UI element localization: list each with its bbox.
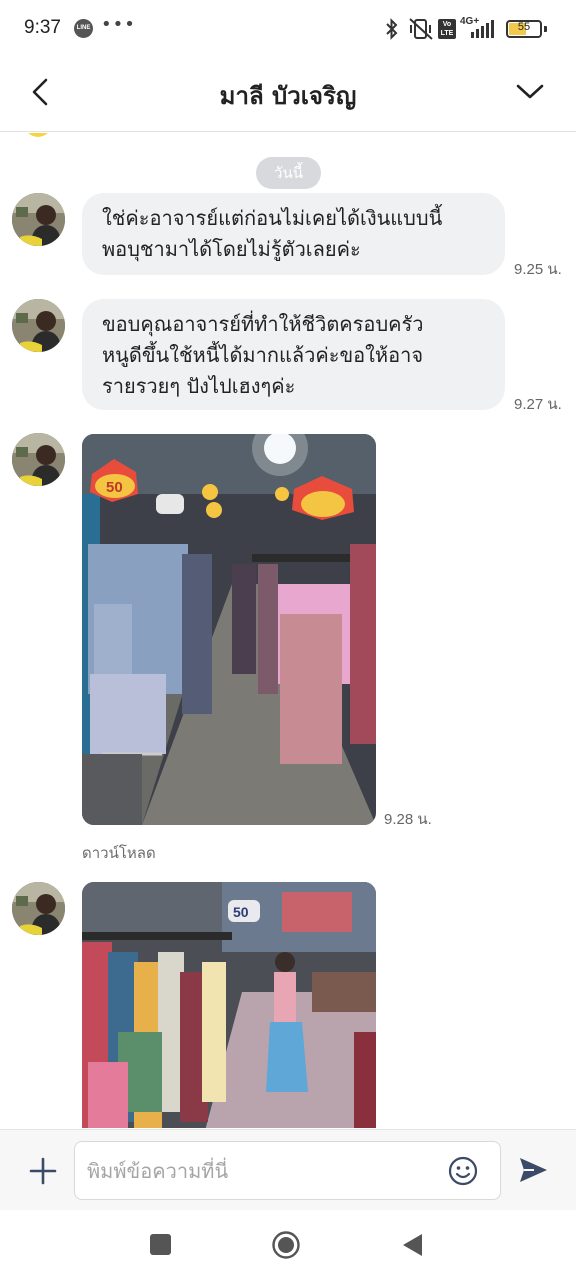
date-divider: วันนี้	[256, 157, 321, 189]
system-nav-bar	[0, 1210, 576, 1280]
send-icon	[520, 1158, 547, 1182]
chat-header: มาลี บัวเจริญ	[0, 58, 576, 132]
message-time: 9.27 น.	[514, 396, 562, 413]
price-sign-text: 50	[106, 479, 123, 496]
message-text-line: พอบุชามาได้โดยไม่รู้ตัวเลยค่ะ	[102, 237, 361, 261]
emoji-button[interactable]	[447, 1155, 479, 1187]
chat-title[interactable]: มาลี บัวเจริญ	[100, 76, 476, 115]
message-text-line: รายรวยๆ ปังไปเฮงๆค่ะ	[102, 374, 296, 398]
avatar-image	[12, 433, 65, 486]
market-clothes-photo: 50	[82, 434, 376, 825]
avatar-image	[12, 299, 65, 352]
battery-icon: 55	[506, 20, 542, 38]
avatar-image	[12, 193, 65, 246]
smiley-icon	[448, 1156, 478, 1186]
market-clothes-photo: 50	[82, 882, 376, 1128]
line-app-icon: LINE	[74, 19, 93, 38]
recent-apps-icon[interactable]	[150, 1234, 171, 1255]
chevron-down-icon	[516, 84, 544, 99]
previous-sticker-peek	[24, 133, 52, 137]
message-input-bar	[0, 1129, 576, 1210]
send-button[interactable]	[516, 1153, 550, 1187]
back-icon[interactable]	[400, 1232, 424, 1258]
download-link[interactable]: ดาวน์โหลด	[82, 841, 156, 865]
plus-icon	[29, 1157, 57, 1185]
avatar[interactable]	[12, 299, 65, 352]
message-text-line: หนูดีขึ้นใช้หนี้ได้มากแล้วค่ะขอให้อาจ	[102, 343, 424, 367]
chat-area[interactable]: วันนี้ ใช่ค่ะอาจารย์แต่ก่อนไม่เคยได้เงิน…	[0, 133, 576, 1128]
message-text-line: ใช่ค่ะอาจารย์แต่ก่อนไม่เคยได้เงินแบบนี้	[102, 206, 443, 230]
avatar[interactable]	[12, 882, 65, 935]
more-notifications-icon: •••	[101, 14, 136, 35]
attach-button[interactable]	[26, 1154, 60, 1188]
message-bubble[interactable]: ใช่ค่ะอาจารย์แต่ก่อนไม่เคยได้เงินแบบนี้ …	[82, 193, 505, 275]
volte-label: Vo LTE	[440, 21, 454, 37]
message-input[interactable]	[74, 1141, 501, 1200]
message-text-line: ขอบคุณอาจารย์ที่ทำให้ชีวิตครอบครัว	[102, 312, 424, 336]
volte-icon: Vo LTE	[438, 19, 456, 39]
status-bar: 9:37 LINE ••• Vo LTE 4G+ 55	[0, 0, 576, 58]
avatar[interactable]	[12, 433, 65, 486]
chat-menu-button[interactable]	[512, 72, 556, 116]
avatar-image	[12, 882, 65, 935]
price-sign-text: 50	[233, 904, 249, 920]
battery-tip	[544, 26, 547, 32]
signal-icon	[471, 20, 494, 38]
vibrate-off-icon	[409, 18, 433, 40]
photo-message[interactable]: 50	[82, 434, 376, 825]
back-button[interactable]	[20, 72, 64, 116]
battery-label: 55	[517, 21, 531, 33]
bluetooth-icon	[386, 18, 398, 40]
photo-message[interactable]: 50	[82, 882, 376, 1128]
avatar[interactable]	[12, 193, 65, 246]
message-time: 9.28 น.	[384, 811, 432, 828]
status-time: 9:37	[24, 17, 61, 38]
message-time: 9.25 น.	[514, 261, 562, 278]
message-bubble[interactable]: ขอบคุณอาจารย์ที่ทำให้ชีวิตครอบครัว หนูดี…	[82, 299, 505, 410]
chevron-left-icon	[32, 78, 48, 106]
home-icon[interactable]	[271, 1230, 301, 1260]
